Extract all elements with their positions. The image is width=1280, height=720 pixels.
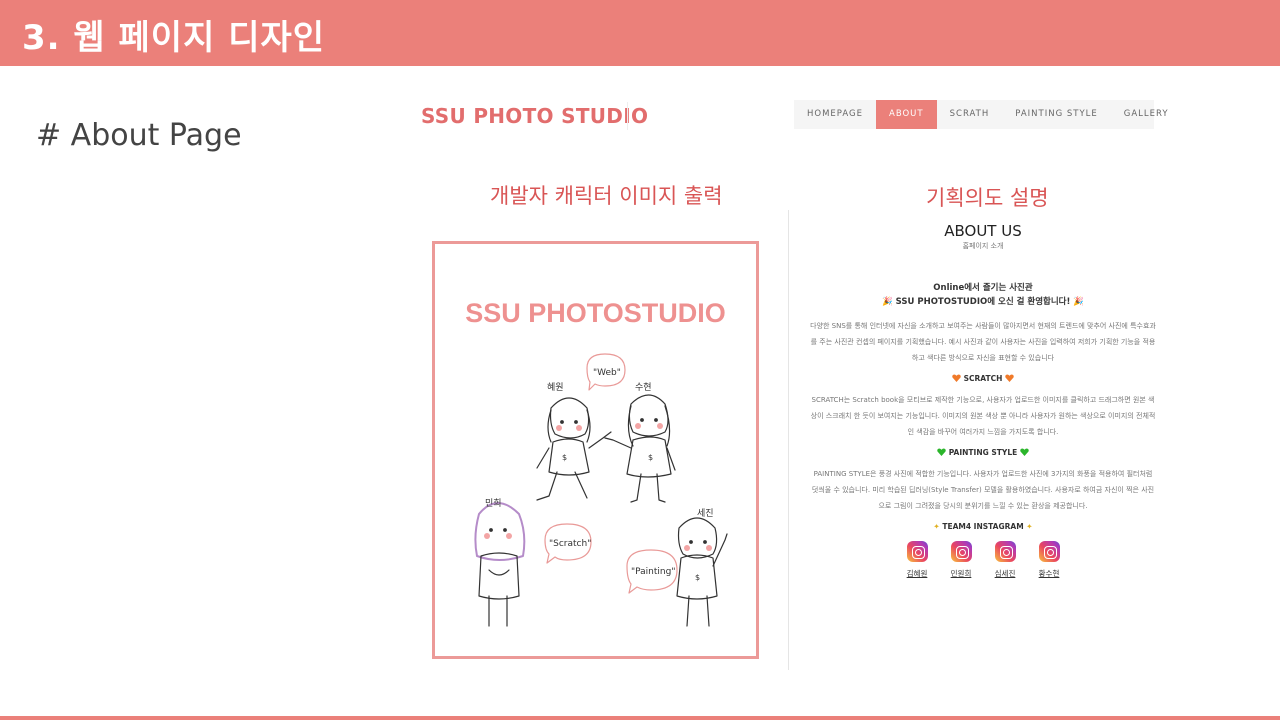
bubble-painting: "Painting" xyxy=(631,567,675,577)
scratch-paragraph: SCRATCH는 Scratch book을 모티브로 제작한 기능으로, 사용… xyxy=(810,396,1156,436)
sparkle-icon: ✦ xyxy=(933,522,940,531)
member-name[interactable]: 심세진 xyxy=(995,568,1016,579)
column-divider xyxy=(788,210,789,670)
instagram-heading-label: TEAM4 INSTAGRAM xyxy=(942,522,1024,531)
nav-about[interactable]: ABOUT xyxy=(876,100,937,129)
nav-painting-style[interactable]: PAINTING STYLE xyxy=(1002,100,1111,129)
sparkle-icon: ✦ xyxy=(1026,522,1033,531)
slide-title: 3. 웹 페이지 디자인 xyxy=(22,18,326,58)
site-nav: HOMEPAGE ABOUT SCRATH PAINTING STYLE GAL… xyxy=(794,100,1168,129)
green-heart-icon xyxy=(1020,448,1029,456)
member-name[interactable]: 민원희 xyxy=(951,568,972,579)
name-sejin: 세진 xyxy=(697,508,714,519)
instagram-links: 김혜원 민원희 심세진 황수현 xyxy=(804,541,1162,579)
caption-planning-intent: 기획의도 설명 xyxy=(926,186,1049,210)
instagram-icon[interactable] xyxy=(994,541,1016,562)
about-title: ABOUT US xyxy=(944,222,1022,240)
svg-text:$: $ xyxy=(695,573,700,582)
instagram-icon[interactable] xyxy=(1038,541,1060,562)
about-subtitle: 홈페이지 소개 xyxy=(962,242,1004,250)
painting-heading: PAINTING STYLE xyxy=(804,448,1162,457)
green-heart-icon xyxy=(937,448,946,456)
about-section: ABOUT US 홈페이지 소개 Online에서 즐기는 사진관 🎉 SSU … xyxy=(804,222,1162,579)
character-image-frame: SSU PHOTOSTUDIO $ $ $ "Web" "Scratch" "P… xyxy=(432,241,759,659)
instagram-link[interactable]: 심세진 xyxy=(993,541,1017,579)
painting-paragraph: PAINTING STYLE은 풍경 사진에 적합한 기능입니다. 사용자가 업… xyxy=(811,470,1155,510)
orange-heart-icon xyxy=(1005,374,1014,382)
intro-line-2: 🎉 SSU PHOTOSTUDIO에 오신 걸 환영합니다! 🎉 xyxy=(882,297,1084,307)
bubble-web: "Web" xyxy=(593,368,621,378)
scratch-heading: SCRATCH xyxy=(804,374,1162,383)
character-image-title: SSU PHOTOSTUDIO xyxy=(465,298,726,328)
bubble-scratch: "Scratch" xyxy=(549,539,591,549)
about-intro: Online에서 즐기는 사진관 🎉 SSU PHOTOSTUDIO에 오신 걸… xyxy=(804,281,1162,309)
instagram-icon[interactable] xyxy=(906,541,928,562)
brand-divider xyxy=(627,102,628,130)
instagram-link[interactable]: 민원희 xyxy=(949,541,973,579)
name-hyewon: 혜원 xyxy=(547,381,564,393)
instagram-link[interactable]: 황수현 xyxy=(1037,541,1061,579)
instagram-link[interactable]: 김혜원 xyxy=(905,541,929,579)
site-brand[interactable]: SSU PHOTO STUDIO xyxy=(421,104,648,128)
slide-header: 3. 웹 페이지 디자인 xyxy=(0,0,1280,66)
bottom-accent-line xyxy=(0,716,1280,720)
orange-heart-icon xyxy=(952,374,961,382)
painting-heading-label: PAINTING STYLE xyxy=(948,448,1018,457)
name-suhyun: 수현 xyxy=(635,382,652,393)
nav-scrath[interactable]: SCRATH xyxy=(937,100,1003,129)
member-name[interactable]: 김혜원 xyxy=(907,568,928,579)
svg-text:$: $ xyxy=(562,453,567,462)
instagram-icon[interactable] xyxy=(950,541,972,562)
section-label: # About Page xyxy=(36,118,242,153)
svg-text:$: $ xyxy=(648,453,653,462)
member-name[interactable]: 황수현 xyxy=(1039,568,1060,579)
scratch-heading-label: SCRATCH xyxy=(963,374,1003,383)
name-minhee: 민희 xyxy=(485,497,502,509)
intro-paragraph: 다양한 SNS를 통해 인터넷에 자신을 소개하고 보여주는 사람들이 많아지면… xyxy=(810,322,1156,362)
nav-homepage[interactable]: HOMEPAGE xyxy=(794,100,876,129)
developer-characters-illustration: $ $ $ "Web" "Scratch" "Painting" 혜원 수현 민… xyxy=(474,353,728,627)
intro-line-1: Online에서 즐기는 사진관 xyxy=(933,283,1033,293)
caption-character-image: 개발자 캐릭터 이미지 출력 xyxy=(490,184,723,208)
nav-gallery[interactable]: GALLERY xyxy=(1111,100,1182,129)
instagram-heading: ✦ TEAM4 INSTAGRAM ✦ xyxy=(804,522,1162,531)
